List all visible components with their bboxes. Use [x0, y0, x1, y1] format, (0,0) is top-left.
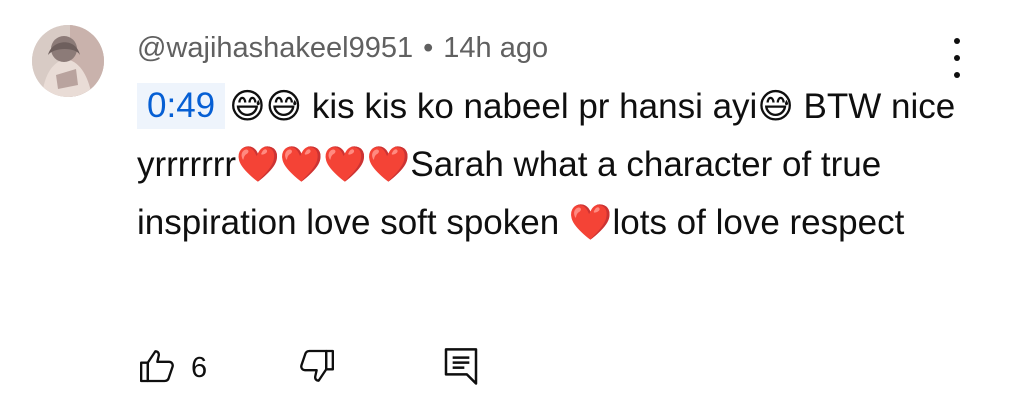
author-avatar[interactable] — [32, 25, 104, 97]
thumbs-down-icon — [297, 346, 337, 391]
comment-time[interactable]: 14h ago — [443, 32, 548, 65]
author-name[interactable]: @wajihashakeel9951 — [137, 32, 413, 65]
header-separator: • — [423, 31, 434, 64]
like-button[interactable]: 6 — [137, 346, 207, 391]
reply-button[interactable] — [441, 345, 481, 392]
reply-icon — [441, 345, 481, 392]
comment-actions: 6 — [137, 345, 481, 391]
timestamp-link[interactable]: 0:49 — [137, 83, 226, 129]
more-options-button[interactable] — [940, 38, 974, 78]
comment-header: @wajihashakeel9951 • 14h ago — [137, 28, 548, 68]
thumbs-up-icon — [137, 346, 177, 391]
more-vertical-icon — [954, 38, 960, 78]
comment-body: 0:49 😅😅 kis kis ko nabeel pr hansi ayi😅 B… — [137, 78, 957, 252]
comment-text: 😅😅 kis kis ko nabeel pr hansi ayi😅 BTW n… — [137, 87, 956, 242]
like-count: 6 — [191, 351, 208, 384]
dislike-button[interactable] — [297, 346, 337, 391]
